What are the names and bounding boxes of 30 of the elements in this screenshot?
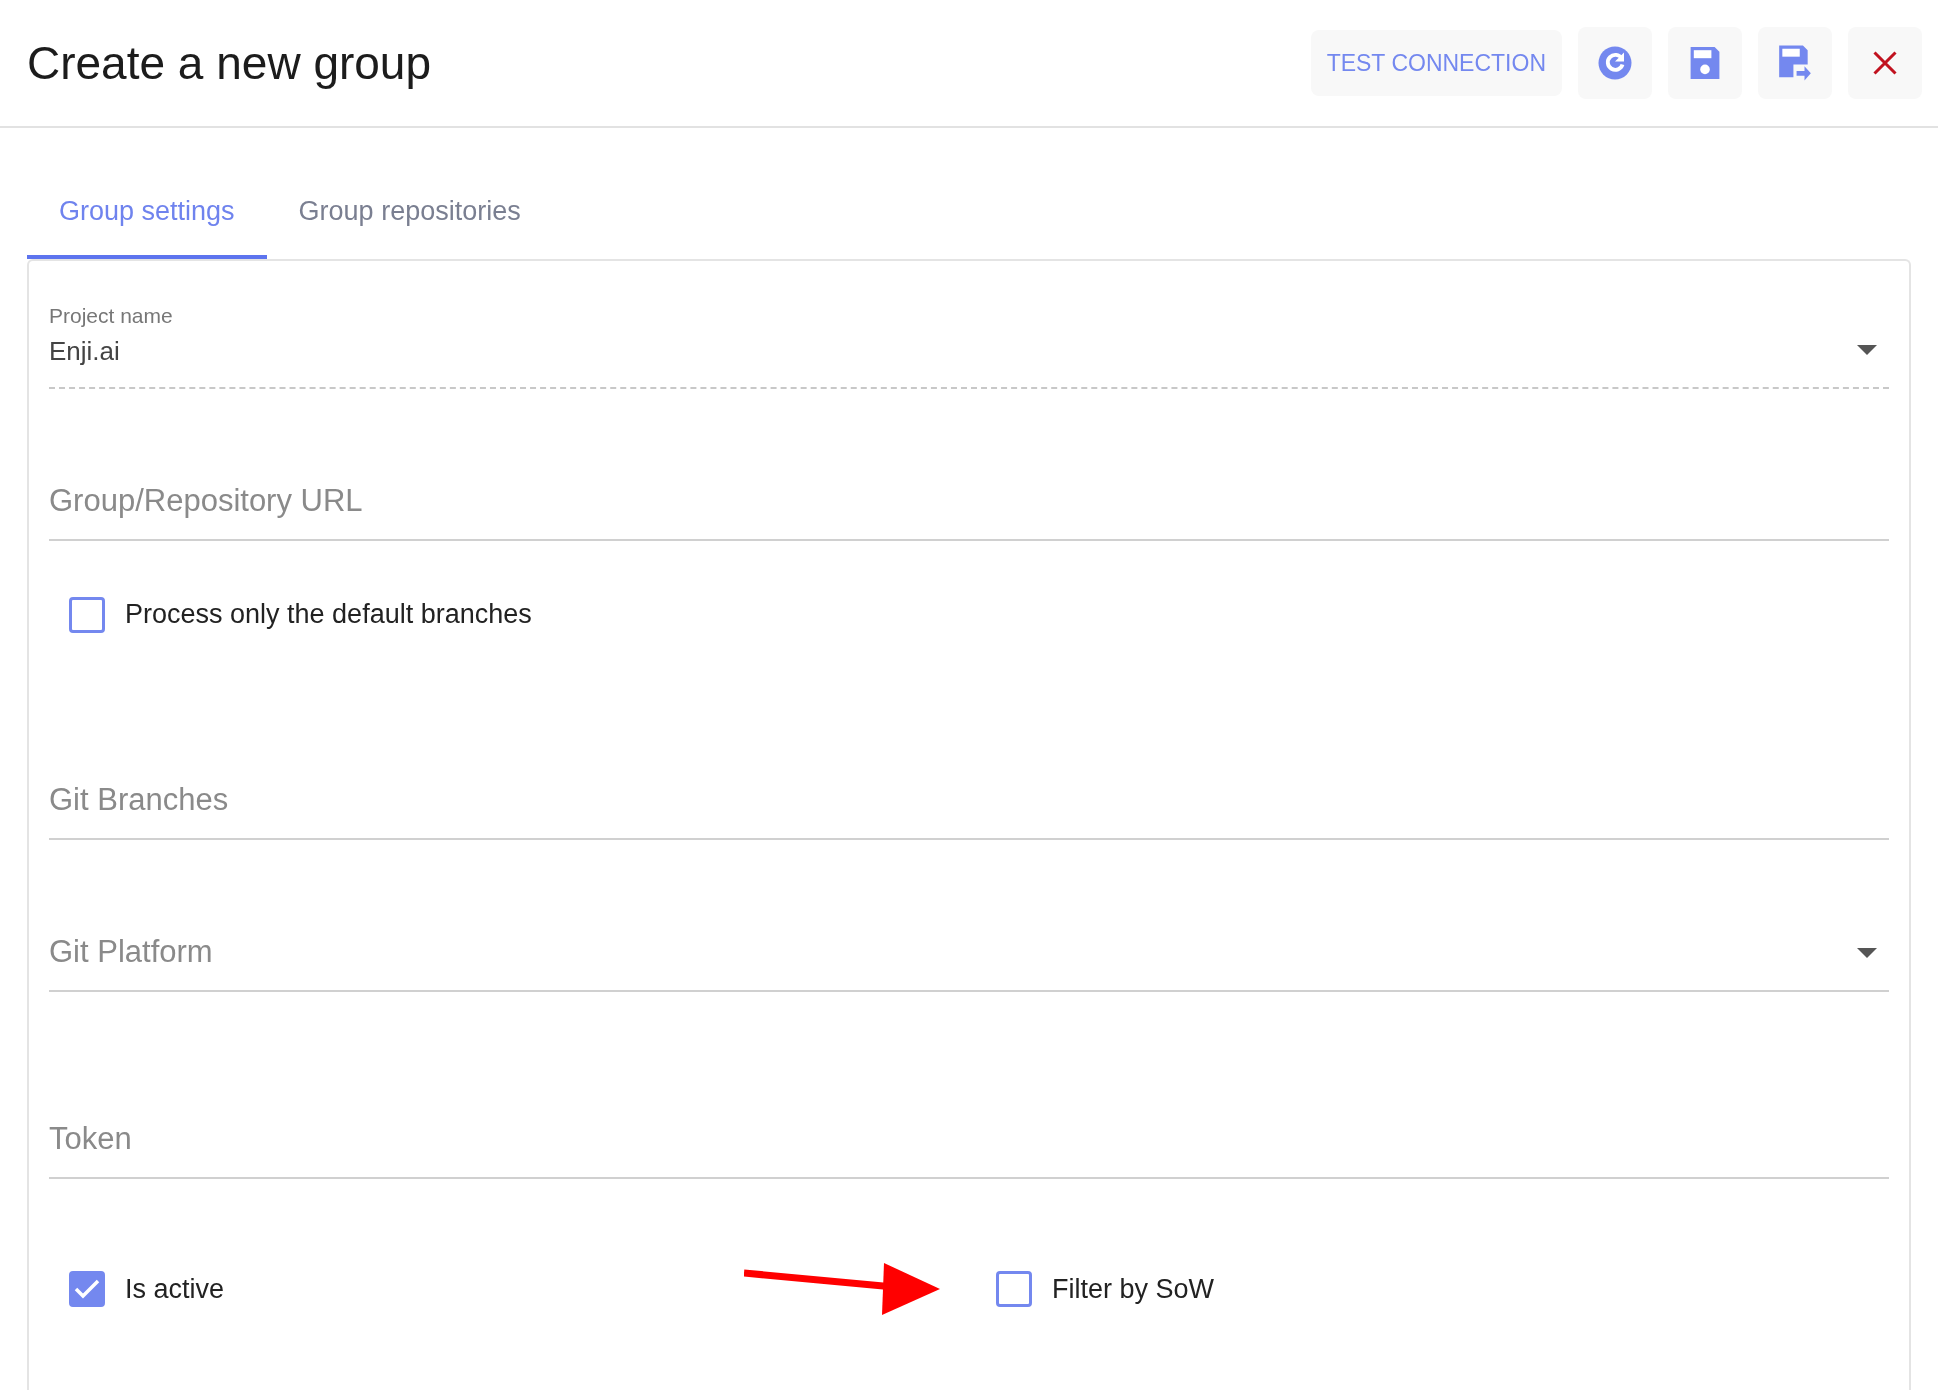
test-connection-button[interactable]: TEST CONNECTION [1310,30,1562,96]
field-placeholder: Git Branches [49,782,229,818]
refresh-icon [1597,45,1633,81]
close-icon [1871,49,1899,77]
field-label: Project name [49,304,173,328]
refresh-button[interactable] [1578,27,1652,99]
checkbox[interactable] [69,1271,105,1307]
select-field[interactable]: Git Platform [49,840,1889,992]
save-button[interactable] [1668,27,1742,99]
field-value: Enji.ai [49,336,120,367]
field-placeholder: Git Platform [49,934,213,970]
field-placeholder: Token [49,1121,132,1157]
checkbox-label: Process only the default branches [125,599,532,630]
checkbox[interactable] [996,1271,1033,1307]
field-placeholder: Group/Repository URL [49,483,363,519]
dropdown-caret-icon [1857,345,1877,355]
close-button[interactable] [1848,27,1922,99]
input-field[interactable]: Token [49,992,1889,1179]
save-as-button[interactable] [1758,27,1832,99]
input-field[interactable]: Group/Repository URL [49,389,1889,541]
dropdown-caret-icon [1857,948,1877,958]
save-export-icon [1777,44,1813,82]
save-icon [1689,45,1721,81]
checkbox[interactable] [69,596,105,633]
checkbox-label: Filter by SoW [1052,1273,1215,1305]
tab[interactable]: Group settings [27,196,267,259]
page-title: Create a new group [27,36,432,90]
input-field[interactable]: Git Branches [49,688,1889,840]
checkbox-label: Is active [125,1273,225,1305]
tab[interactable]: Group repositories [266,196,553,259]
